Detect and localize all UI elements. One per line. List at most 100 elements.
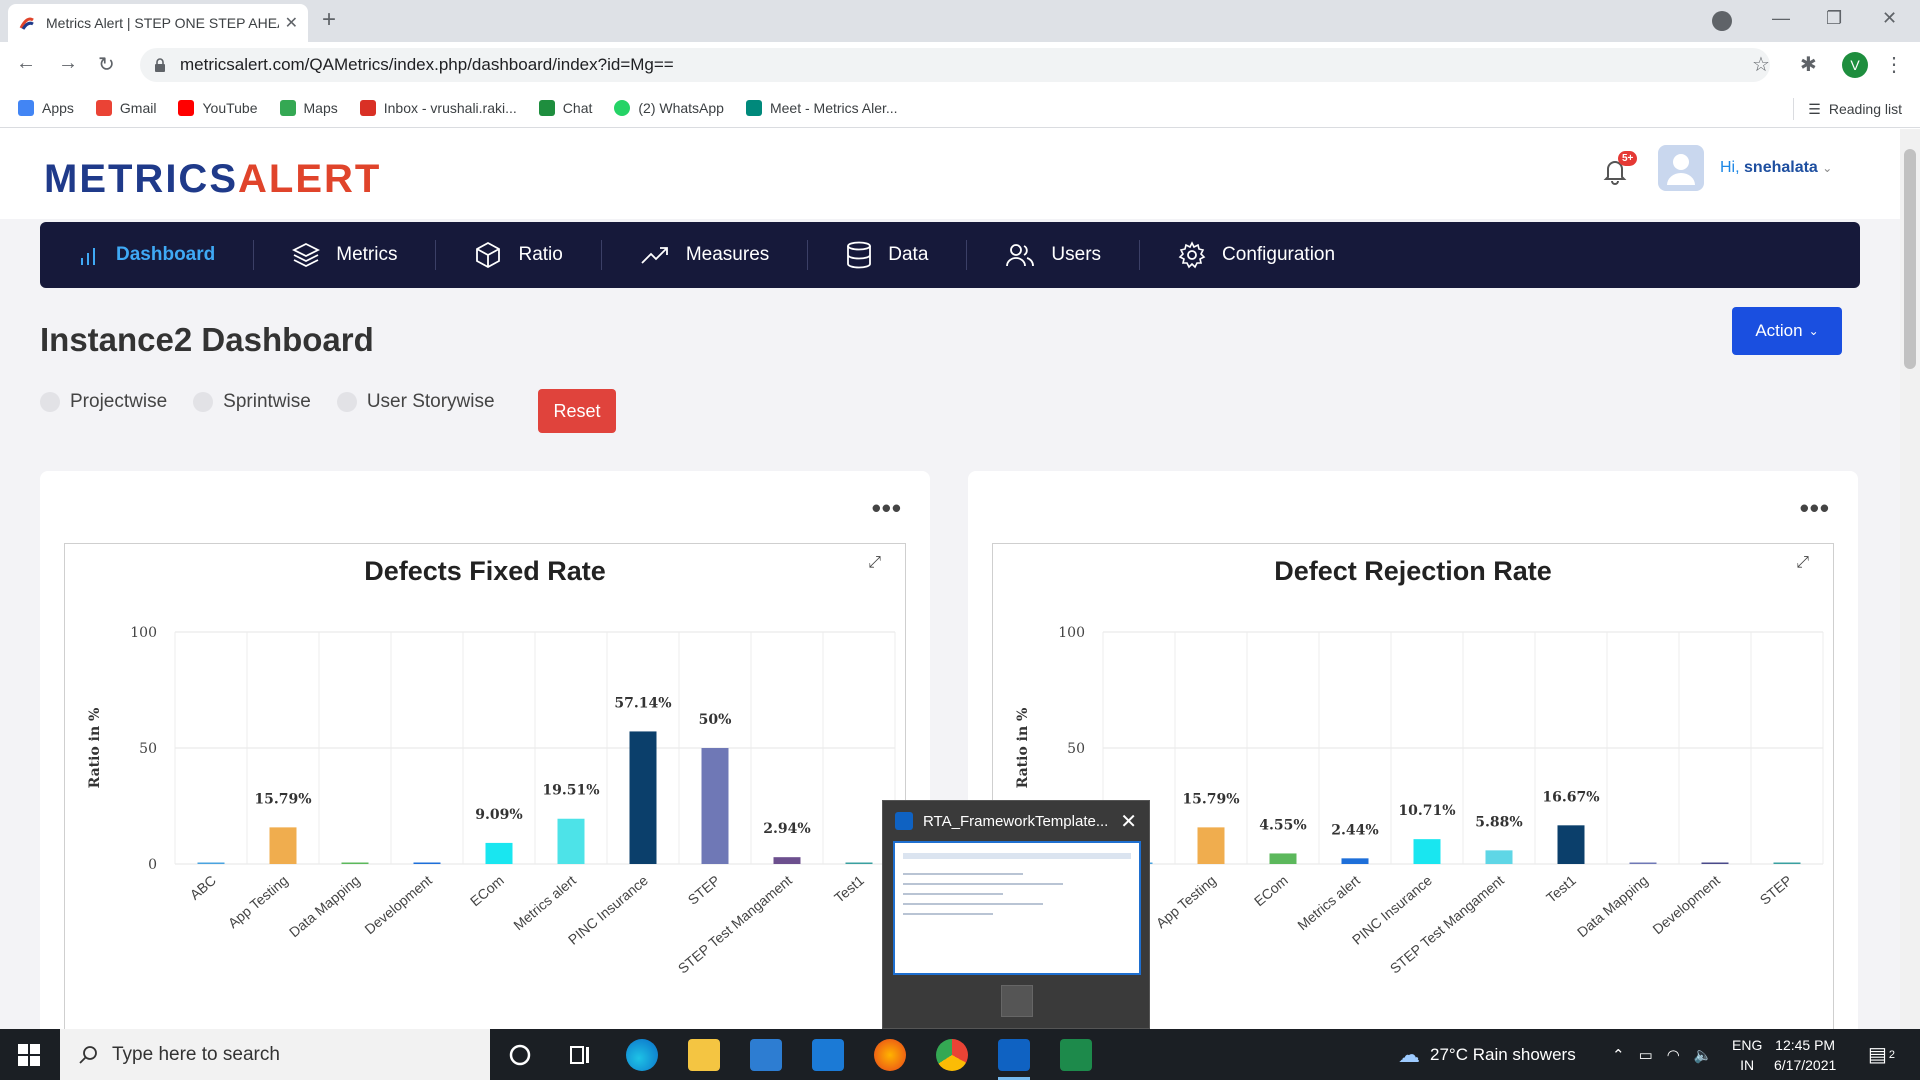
taskbar-search-box[interactable]: Type here to search (60, 1029, 490, 1080)
bar (485, 842, 513, 864)
chart-container: Defects Fixed Rate ⤢ 0 50 100 Ratio in % ABC… (64, 543, 906, 1029)
bookmark-gmail[interactable]: Gmail (95, 99, 156, 116)
metricsalert-logo[interactable]: METRICSALERT (44, 157, 381, 202)
bookmark-youtube[interactable]: YouTube (178, 99, 258, 116)
x-tick-label: Test1 (1543, 872, 1579, 906)
close-window-icon[interactable]: ✕ (1882, 8, 1897, 29)
gmail-icon (359, 99, 376, 116)
task-view-icon[interactable] (564, 1039, 596, 1071)
clock[interactable]: 12:45 PM 6/17/2021 (1774, 1035, 1836, 1075)
nav-measures[interactable]: Measures (602, 240, 809, 270)
close-icon[interactable]: ✕ (1120, 809, 1137, 834)
windows-start-icon[interactable] (18, 1044, 40, 1066)
bar (197, 862, 225, 864)
database-icon (847, 241, 872, 269)
bar (1197, 827, 1225, 864)
x-tick-label: STEP (685, 872, 723, 908)
nav-metrics[interactable]: Metrics (254, 240, 437, 270)
system-tray-icons[interactable]: ⌃ ▭ ◠ 🔈 (1612, 1029, 1713, 1080)
bar (1773, 862, 1801, 864)
forward-icon[interactable]: → (58, 52, 78, 75)
radio-user-storywise[interactable]: User Storywise (336, 391, 495, 413)
reading-list[interactable]: ☰ Reading list (1793, 98, 1902, 120)
data-label: 19.51% (542, 783, 599, 799)
nav-configuration[interactable]: Configuration (1140, 240, 1373, 270)
action-center-icon[interactable]: ▤ 2 (1868, 1029, 1895, 1080)
battery-icon: ▭ (1638, 1046, 1653, 1064)
browser-tab[interactable]: Metrics Alert | STEP ONE STEP AHEAD ✕ (8, 4, 308, 42)
page-title: Instance2 Dashboard (40, 321, 374, 358)
edge-icon[interactable] (626, 1039, 658, 1071)
rta-app-icon[interactable] (998, 1039, 1030, 1071)
weather-widget[interactable]: ☁ 27°C Rain showers (1398, 1029, 1576, 1080)
nav-ratio[interactable]: Ratio (436, 240, 602, 270)
nav-dashboard[interactable]: Dashboard (40, 240, 255, 270)
y-tick-label: 100 (130, 625, 157, 641)
extensions-icon[interactable]: ✱ (1800, 52, 1817, 77)
nav-data[interactable]: Data (808, 240, 968, 270)
card-menu-icon[interactable]: ••• (872, 493, 902, 524)
bar (1413, 839, 1441, 864)
tab-close-icon[interactable]: ✕ (285, 13, 298, 33)
bookmark-apps[interactable]: Apps (18, 99, 74, 116)
chevron-up-icon: ⌃ (1612, 1046, 1625, 1064)
chrome-menu-icon[interactable] (1712, 11, 1732, 31)
bar (629, 731, 657, 864)
radio-projectwise[interactable]: Projectwise (40, 391, 167, 413)
data-label: 10.71% (1398, 803, 1455, 819)
y-tick-label: 100 (1058, 625, 1085, 641)
bookmark-whatsapp[interactable]: (2) WhatsApp (614, 99, 724, 116)
user-avatar[interactable] (1658, 145, 1704, 191)
chrome-icon[interactable] (936, 1039, 968, 1071)
bar (557, 818, 585, 864)
mail-icon[interactable] (812, 1039, 844, 1071)
restore-icon[interactable]: ❐ (1826, 8, 1842, 29)
user-greeting[interactable]: Hi, snehalata ⌄ (1720, 159, 1832, 177)
bookmark-meet[interactable]: Meet - Metrics Aler... (745, 99, 898, 116)
back-icon[interactable]: ← (16, 52, 36, 75)
trending-icon (641, 247, 668, 264)
data-label: 50% (699, 712, 732, 728)
more-menu-icon[interactable]: ⋮ (1884, 52, 1904, 77)
data-label: 2.44% (1331, 822, 1378, 838)
app-header: METRICSALERT 5+ Hi, snehalata ⌄ (0, 129, 1900, 219)
media-app-icon[interactable] (1060, 1039, 1092, 1071)
preview-title: RTA_FrameworkTemplate... (923, 813, 1109, 830)
bookmark-chat[interactable]: Chat (538, 99, 592, 116)
profile-avatar[interactable]: V (1842, 52, 1868, 78)
y-tick-label: 50 (1067, 741, 1085, 757)
tab-title: Metrics Alert | STEP ONE STEP AHEAD (46, 15, 279, 31)
app-icon (895, 812, 913, 830)
file-explorer-icon[interactable] (688, 1039, 720, 1071)
chat-icon (538, 99, 555, 116)
new-tab-button[interactable]: + (322, 6, 336, 34)
cortana-icon[interactable] (504, 1039, 536, 1071)
address-bar[interactable]: metricsalert.com/QAMetrics/index.php/das… (140, 48, 1770, 82)
reset-button[interactable]: Reset (538, 389, 616, 433)
y-tick-label: 50 (139, 741, 157, 757)
language-indicator[interactable]: ENG IN (1732, 1035, 1762, 1075)
url-text: metricsalert.com/QAMetrics/index.php/das… (180, 55, 674, 74)
preview-thumbnail[interactable] (893, 841, 1141, 975)
cloud-rain-icon: ☁ (1398, 1041, 1420, 1067)
nav-users[interactable]: Users (967, 240, 1141, 270)
preview-action-button[interactable] (1001, 985, 1033, 1017)
taskbar-window-preview[interactable]: RTA_FrameworkTemplate... ✕ (882, 800, 1150, 1029)
action-button[interactable]: Action ⌄ (1732, 307, 1842, 355)
bookmark-star-icon[interactable]: ☆ (1752, 52, 1770, 77)
page-scrollbar[interactable] (1900, 129, 1920, 1029)
card-menu-icon[interactable]: ••• (1800, 493, 1830, 524)
filter-radio-group: Projectwise Sprintwise User Storywise (40, 391, 521, 413)
minimize-icon[interactable]: — (1772, 8, 1790, 29)
x-tick-label: Metrics alert (510, 872, 579, 933)
bookmark-inbox[interactable]: Inbox - vrushali.raki... (359, 99, 517, 116)
radio-sprintwise[interactable]: Sprintwise (193, 391, 311, 413)
username: snehalata (1744, 159, 1818, 176)
metricsalert-favicon-icon (19, 17, 34, 30)
bar (341, 862, 369, 864)
bookmark-maps[interactable]: Maps (279, 99, 338, 116)
reload-icon[interactable]: ↻ (98, 52, 115, 77)
firefox-icon[interactable] (874, 1039, 906, 1071)
data-label: 15.79% (254, 791, 311, 807)
store-icon[interactable] (750, 1039, 782, 1071)
